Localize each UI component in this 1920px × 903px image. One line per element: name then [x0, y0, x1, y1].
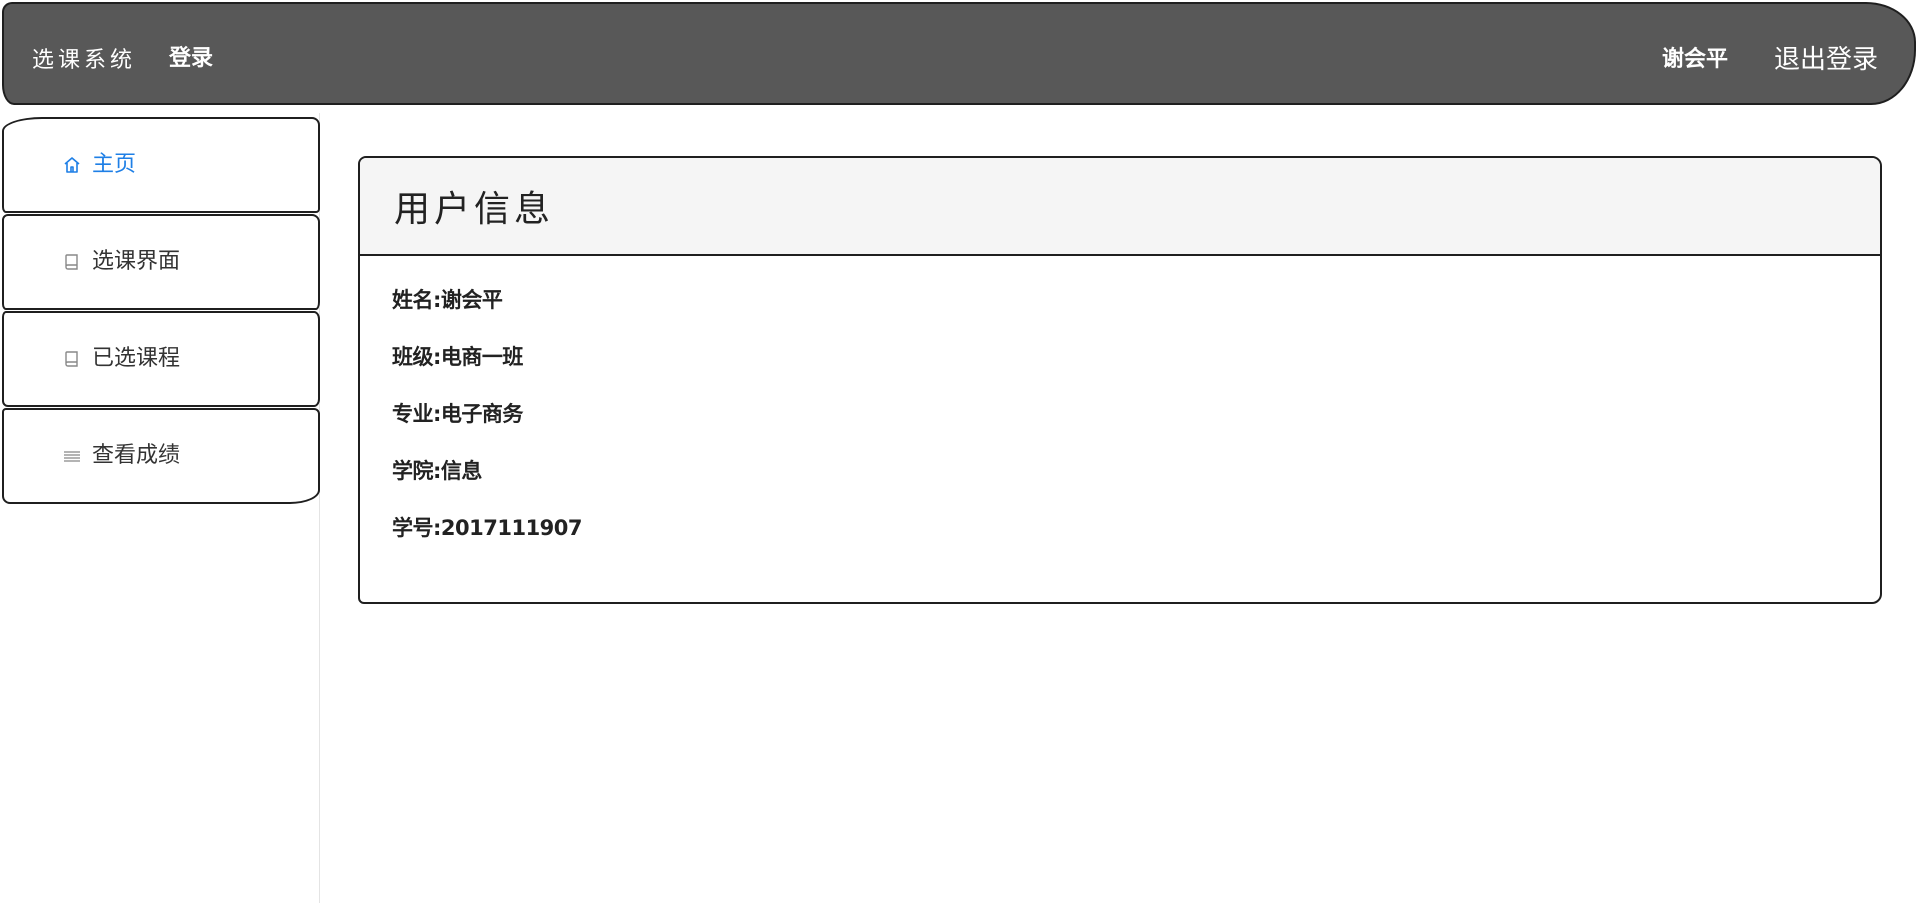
info-college: 学院:信息 [392, 459, 482, 483]
info-class: 班级:电商一班 [392, 345, 523, 369]
sidebar-menu: 主页 选课界面 已选课程 查看成绩 [2, 117, 320, 505]
sidebar-item-home[interactable]: 主页 [2, 117, 320, 213]
sidebar-item-label: 主页 [92, 152, 137, 177]
sidebar-item-label: 查看成绩 [92, 443, 181, 468]
user-info-panel: 用户信息 姓名:谢会平 班级:电商一班 专业:电子商务 学院:信息 学号:201… [358, 156, 1882, 604]
sidebar-item-label: 已选课程 [92, 346, 181, 371]
book-icon [62, 252, 82, 272]
sidebar-item-course-selection[interactable]: 选课界面 [2, 214, 320, 310]
home-icon [62, 155, 82, 175]
login-link[interactable]: 登录 [169, 40, 213, 72]
current-username: 谢会平 [1662, 47, 1729, 72]
panel-body: 姓名:谢会平 班级:电商一班 专业:电子商务 学院:信息 学号:20171119… [360, 256, 1880, 573]
panel-header: 用户信息 [360, 158, 1880, 256]
panel-title: 用户信息 [394, 189, 555, 230]
app-brand[interactable]: 选课系统 [32, 42, 136, 74]
sidebar-item-selected-courses[interactable]: 已选课程 [2, 311, 320, 407]
logout-button[interactable]: 退出登录 [1774, 39, 1878, 76]
info-student-id: 学号:2017111907 [392, 516, 583, 540]
top-navbar: 选课系统 登录 谢会平 退出登录 [2, 2, 1916, 105]
list-icon [62, 446, 82, 466]
sidebar-item-label: 选课界面 [92, 249, 181, 274]
sidebar-item-grades[interactable]: 查看成绩 [2, 408, 320, 504]
info-name: 姓名:谢会平 [392, 288, 503, 312]
book-icon [62, 349, 82, 369]
info-major: 专业:电子商务 [392, 402, 523, 426]
